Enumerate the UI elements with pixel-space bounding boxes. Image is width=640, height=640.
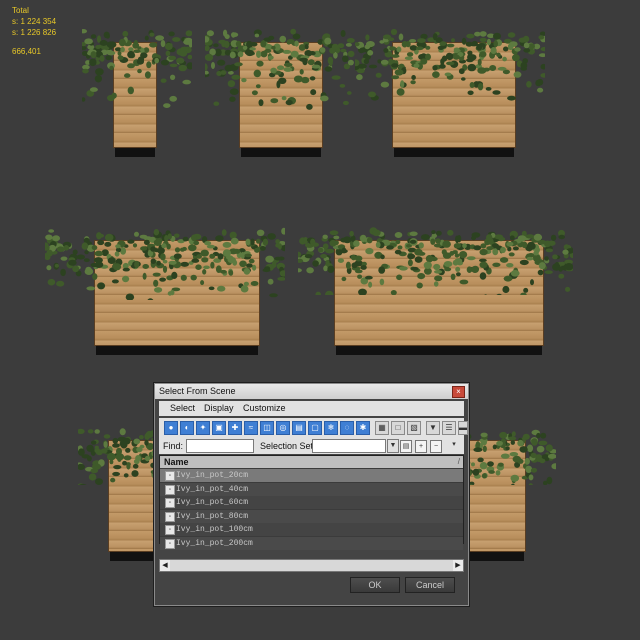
find-input[interactable] xyxy=(186,439,254,453)
options-chevron-icon[interactable]: ▾ xyxy=(449,439,459,451)
dialog-title: Select From Scene xyxy=(159,386,236,396)
scroll-left-icon[interactable]: ◀ xyxy=(160,560,170,571)
dialog-titlebar[interactable]: Select From Scene × xyxy=(155,384,468,399)
display-helpers-icon[interactable]: ✚ xyxy=(228,421,242,435)
display-xrefs-icon[interactable]: ◎ xyxy=(276,421,290,435)
list-item-label: Ivy_in_pot_60cm xyxy=(176,498,249,508)
dialog-menubar: Select Display Customize xyxy=(159,401,464,416)
display-spacewarps-icon[interactable]: ≈ xyxy=(244,421,258,435)
ivy-foliage xyxy=(45,227,285,300)
stats-verts: s: 1 226 826 xyxy=(12,28,57,37)
stats-fps: 666,401 xyxy=(12,47,41,56)
ivy-foliage xyxy=(205,28,355,110)
menu-display[interactable]: Display xyxy=(204,403,234,413)
ok-button[interactable]: OK xyxy=(350,577,400,593)
display-frozen-icon[interactable]: ❄ xyxy=(324,421,338,435)
chevron-down-icon[interactable]: ▼ xyxy=(387,439,399,453)
selection-set-dropdown[interactable] xyxy=(312,439,386,453)
display-hidden-icon[interactable]: ◌ xyxy=(340,421,354,435)
list-item[interactable]: ▫ Ivy_in_pot_60cm xyxy=(160,496,463,510)
display-groups-icon[interactable]: ◫ xyxy=(260,421,274,435)
object-icon: ▫ xyxy=(165,471,175,481)
toolbar-more-icon[interactable]: ▬ xyxy=(458,421,468,435)
select-all-icon[interactable]: ▦ xyxy=(375,421,389,435)
list-item[interactable]: ▫ Ivy_in_pot_200cm xyxy=(160,537,463,550)
add-to-selection-set-icon[interactable]: + xyxy=(415,440,427,453)
list-item[interactable]: ▫ Ivy_in_pot_40cm xyxy=(160,482,463,496)
list-item-label: Ivy_in_pot_100cm xyxy=(176,525,253,535)
filter-options-icon[interactable]: ☰ xyxy=(442,421,456,435)
object-icon: ▫ xyxy=(165,525,175,536)
list-item-label: Ivy_in_pot_20cm xyxy=(176,471,249,480)
dialog-toolbar: ● ◐ ✦ ▣ ✚ ≈ ◫ ◎ ▤ ▢ ❄ ◌ ✱ ▦ □ ▧ ▼ ☰ ▬ xyxy=(159,418,468,438)
ivy-foliage xyxy=(466,429,556,485)
display-geometry-icon[interactable]: ● xyxy=(164,421,178,435)
list-item-label: Ivy_in_pot_80cm xyxy=(176,511,249,521)
cancel-button[interactable]: Cancel xyxy=(405,577,455,593)
display-lights-icon[interactable]: ✦ xyxy=(196,421,210,435)
object-icon: ▫ xyxy=(165,498,175,509)
list-item-label: Ivy_in_pot_200cm xyxy=(176,539,253,548)
ivy-foliage xyxy=(298,227,573,295)
close-icon[interactable]: × xyxy=(452,386,465,398)
display-cameras-icon[interactable]: ▣ xyxy=(212,421,226,435)
list-item[interactable]: ▫ Ivy_in_pot_20cm xyxy=(160,469,463,482)
object-icon: ▫ xyxy=(165,511,175,522)
menu-customize[interactable]: Customize xyxy=(243,403,286,413)
object-icon: ▫ xyxy=(165,484,175,495)
ivy-foliage xyxy=(355,28,545,101)
find-label: Find: xyxy=(163,441,184,451)
scroll-right-icon[interactable]: ▶ xyxy=(453,560,463,571)
display-all-icon[interactable]: ✱ xyxy=(356,421,370,435)
ivy-foliage xyxy=(78,428,158,485)
remove-from-selection-set-icon[interactable]: − xyxy=(430,440,442,453)
display-bones-icon[interactable]: ▤ xyxy=(292,421,306,435)
list-item[interactable]: ▫ Ivy_in_pot_80cm xyxy=(160,509,463,523)
stats-title: Total xyxy=(12,6,29,15)
sort-icon: / xyxy=(457,457,460,466)
list-item[interactable]: ▫ Ivy_in_pot_100cm xyxy=(160,523,463,537)
ivy-foliage xyxy=(82,29,192,108)
display-shapes-icon[interactable]: ◐ xyxy=(180,421,194,435)
column-header-name[interactable]: Name / xyxy=(160,456,463,468)
list-item-label: Ivy_in_pot_40cm xyxy=(176,484,249,494)
find-bar: Find: Selection Set: ▼ ▤ + − ▾ xyxy=(159,438,464,454)
create-selection-set-icon[interactable]: ▤ xyxy=(400,440,412,453)
horizontal-scrollbar[interactable]: ◀ ▶ xyxy=(159,559,464,572)
viewport-statistics: Total s: 1 224 354 s: 1 226 826 666,401 xyxy=(12,5,56,57)
stats-polys: s: 1 224 354 xyxy=(12,17,57,26)
object-list: Name / ▫ Ivy_in_pot_20cm ▫ Ivy_in_pot_40cm ▫… xyxy=(159,455,464,550)
object-icon: ▫ xyxy=(165,539,175,549)
column-header-label: Name xyxy=(164,457,189,467)
select-from-scene-dialog: Select From Scene × Select Display Custo… xyxy=(154,383,469,606)
menu-select[interactable]: Select xyxy=(170,403,195,413)
select-invert-icon[interactable]: ▧ xyxy=(407,421,421,435)
select-none-icon[interactable]: □ xyxy=(391,421,405,435)
filter-icon[interactable]: ▼ xyxy=(426,421,440,435)
display-containers-icon[interactable]: ▢ xyxy=(308,421,322,435)
selection-set-label: Selection Set: xyxy=(260,441,316,451)
